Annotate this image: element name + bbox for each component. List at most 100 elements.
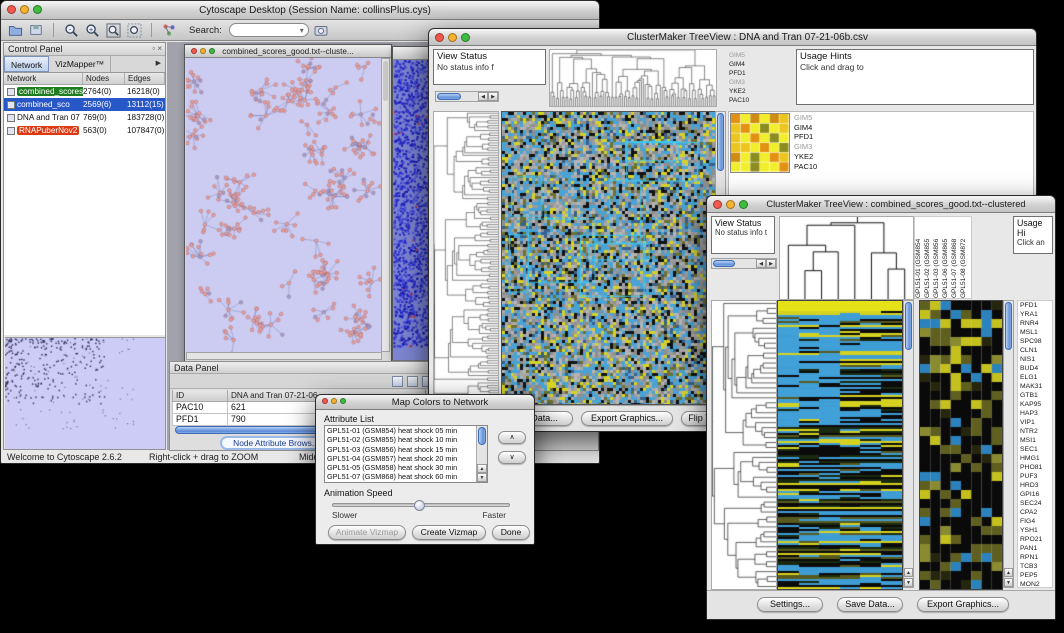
treeview2-window: ClusterMaker TreeView : combined_scores_… (706, 195, 1056, 620)
attribute-item[interactable]: GPL51-05 (GSM858) heat shock 30 min (325, 463, 476, 472)
attribute-select-icon[interactable] (392, 376, 403, 387)
settings-button[interactable]: Settings... (757, 597, 823, 612)
import-icon[interactable] (27, 22, 45, 39)
network-hscrollbar[interactable] (186, 352, 382, 360)
column-dendrogram-canvas[interactable] (549, 49, 717, 107)
attribute-item[interactable]: GPL51-03 (GSM856) heat shock 15 min (325, 445, 476, 454)
column-label: GIM5 (729, 51, 759, 60)
network-view-window: combined_scores_good.txt--cluste... (184, 44, 392, 362)
network-canvas-2[interactable] (393, 60, 429, 360)
zoom-button[interactable] (340, 398, 346, 404)
network-view-titlebar[interactable]: combined_scores_good.txt--cluste... (185, 45, 391, 58)
gene-label: VIP1 (1020, 418, 1052, 427)
gene-label: NTR2 (1020, 427, 1052, 436)
gene-label: MSI1 (1020, 436, 1052, 445)
close-button[interactable] (713, 200, 722, 209)
animate-vizmap-button[interactable]: Animate Vizmap (328, 525, 406, 540)
minimize-button[interactable] (448, 33, 457, 42)
tab-vizmapper[interactable]: VizMapper™ (49, 56, 111, 72)
expression-vscrollbar[interactable]: ▲ ▼ (1003, 300, 1014, 588)
attribute-item[interactable]: GPL51-01 (GSM854) heat shock 05 min (325, 426, 476, 435)
row-dendrogram-canvas[interactable] (433, 111, 499, 405)
usage-hints-title: Usage Hints (800, 51, 1030, 62)
close-button[interactable] (435, 33, 444, 42)
save-data-button[interactable]: Save Data... (837, 597, 903, 612)
expression-heatmap-canvas[interactable] (919, 300, 1003, 590)
tab-network[interactable]: Network (4, 56, 49, 72)
panel-float-close-icons[interactable]: ▫ × (152, 44, 162, 53)
heatmap-canvas[interactable] (501, 111, 716, 405)
network-row[interactable]: combined_scores 2764(0) 16218(0) (4, 85, 165, 98)
open-icon[interactable] (6, 22, 24, 39)
column-label: GIM4 (729, 60, 759, 69)
gene-label: MAK31 (1020, 382, 1052, 391)
create-vizmap-button[interactable]: Create Vizmap (412, 525, 486, 540)
zoom-in-icon[interactable]: + (83, 22, 101, 39)
export-graphics-button[interactable]: Export Graphics... (917, 597, 1009, 612)
usage-hints-text: Click an (1017, 238, 1049, 247)
treeview1-titlebar[interactable]: ClusterMaker TreeView : DNA and Tran 07-… (429, 29, 1036, 46)
done-button[interactable]: Done (492, 525, 530, 540)
map-colors-dialog: Map Colors to Network Attribute List GPL… (315, 394, 535, 545)
mdi-window-controls[interactable] (191, 48, 215, 54)
gene-label: FIG4 (1020, 517, 1052, 526)
move-down-button[interactable]: ∨ (498, 451, 526, 464)
col-network[interactable]: Network (4, 73, 83, 84)
tree-hscrollbar[interactable]: ◀ ▶ (435, 91, 499, 102)
gene-label: YRA1 (1020, 310, 1052, 319)
close-button[interactable] (322, 398, 328, 404)
network-canvas[interactable] (186, 58, 382, 352)
tab-overflow-icon[interactable]: ▶ (152, 56, 165, 72)
attribute-list-label: Attribute List (324, 414, 374, 424)
close-button[interactable] (7, 5, 16, 14)
attribute-item[interactable]: GPL51-02 (GSM855) heat shock 10 min (325, 435, 476, 444)
move-up-button[interactable]: ∧ (498, 431, 526, 444)
col-nodes[interactable]: Nodes (83, 73, 125, 84)
network-vscrollbar[interactable] (381, 58, 390, 352)
col-edges[interactable]: Edges (125, 73, 165, 84)
gene-label: PEP5 (1020, 571, 1052, 580)
correlation-matrix-canvas[interactable] (730, 113, 790, 173)
slider-thumb[interactable] (414, 500, 425, 511)
attribute-listbox[interactable]: GPL51-01 (GSM854) heat shock 05 minGPL51… (324, 425, 488, 483)
gene-label: RNR4 (1020, 319, 1052, 328)
zoom-fit-icon[interactable] (104, 22, 122, 39)
col-id[interactable]: ID (172, 390, 228, 402)
row-dendrogram-canvas[interactable] (711, 300, 777, 590)
export-graphics-button[interactable]: Export Graphics... (581, 411, 673, 426)
zoom-selected-icon[interactable] (125, 22, 143, 39)
network-overview-canvas[interactable] (5, 337, 165, 449)
attribute-create-icon[interactable] (407, 376, 418, 387)
treeview2-titlebar[interactable]: ClusterMaker TreeView : combined_scores_… (707, 196, 1055, 213)
search-input[interactable]: ▾ (229, 23, 309, 37)
faster-label: Faster (482, 510, 506, 520)
network-row[interactable]: DNA and Tran 07 769(0) 183728(0) (4, 111, 165, 124)
heatmap-canvas[interactable] (777, 300, 903, 590)
network-row[interactable]: RNAPuberNov2 563(0) 107847(0) (4, 124, 165, 137)
network-row-selected[interactable]: combined_sco 2569(6) 13112(15) (4, 98, 165, 111)
gene-label: YSH1 (1020, 526, 1052, 535)
minimize-button[interactable] (726, 200, 735, 209)
slower-label: Slower (332, 510, 357, 520)
attribute-item[interactable]: GPL51-07 (GSM868) heat shock 60 min (325, 472, 476, 481)
dialog-titlebar[interactable]: Map Colors to Network (316, 395, 534, 410)
annotation-icon[interactable] (160, 22, 178, 39)
cytoscape-titlebar[interactable]: Cytoscape Desktop (Session Name: collins… (1, 1, 599, 20)
listbox-vscrollbar[interactable]: ▲ ▼ (476, 426, 487, 482)
network-view-2-titlebar[interactable] (393, 47, 429, 60)
zoom-out-icon[interactable]: - (62, 22, 80, 39)
attribute-item[interactable]: GPL51-04 (GSM857) heat shock 20 min (325, 454, 476, 463)
network-list-filler (4, 137, 165, 335)
column-label: GPL51-06 (GSM865 (942, 217, 951, 298)
animation-speed-slider[interactable] (332, 503, 510, 507)
minimize-button[interactable] (20, 5, 29, 14)
gene-label: HMG1 (1020, 454, 1052, 463)
gene-label: HAP3 (1020, 409, 1052, 418)
minimize-button[interactable] (331, 398, 337, 404)
window-title: ClusterMaker TreeView : DNA and Tran 07-… (469, 29, 1026, 45)
tree-hscrollbar[interactable]: ◀ ▶ (711, 258, 777, 269)
column-dendrogram-canvas[interactable] (779, 216, 914, 300)
snapshot-icon[interactable] (312, 22, 330, 39)
heatmap-vscrollbar[interactable]: ▲ ▼ (903, 300, 914, 588)
gene-label: PFD1 (794, 132, 834, 142)
